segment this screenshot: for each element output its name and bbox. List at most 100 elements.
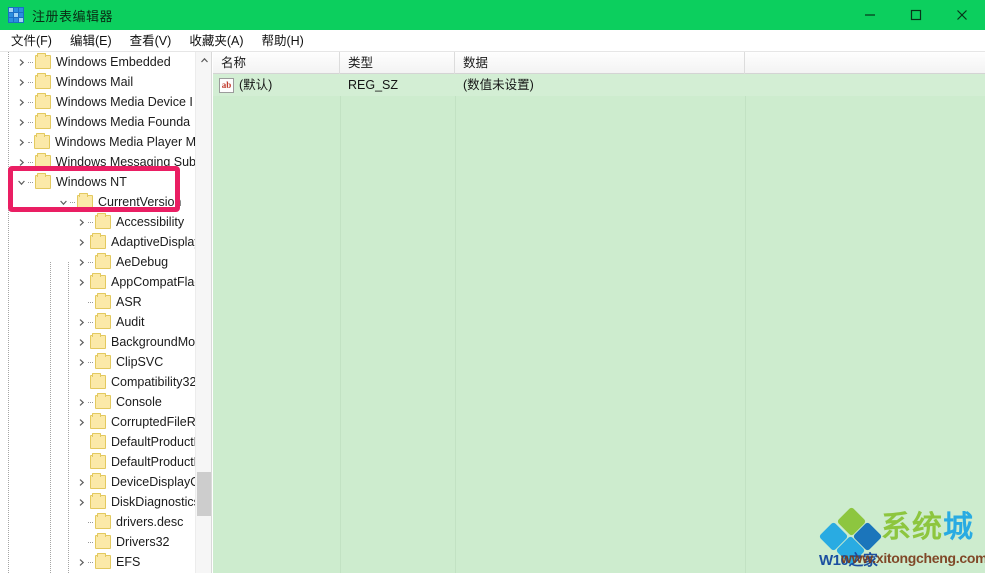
tree-node-diskdiagnostics[interactable]: DiskDiagnostics: [0, 492, 196, 512]
table-row[interactable]: ab (默认) REG_SZ (数值未设置): [213, 74, 985, 96]
chevron-down-icon[interactable]: [56, 192, 70, 212]
menu-file[interactable]: 文件(F): [2, 30, 61, 52]
tree-node-windows-media-founda[interactable]: Windows Media Founda: [0, 112, 196, 132]
column-header-name[interactable]: 名称: [213, 52, 340, 74]
tree-connector: [28, 101, 33, 103]
tree-node-windows-messaging-sub[interactable]: Windows Messaging Sub: [0, 152, 196, 172]
folder-icon: [90, 373, 106, 389]
tree-node-backgroundmode[interactable]: BackgroundMode: [0, 332, 196, 352]
chevron-none-icon: [74, 452, 88, 472]
tree-node-label: Windows Messaging Sub: [55, 155, 196, 169]
tree-connector: [88, 401, 93, 403]
tree-connector: [28, 121, 33, 123]
chevron-right-icon[interactable]: [14, 112, 28, 132]
folder-icon: [95, 513, 111, 529]
column-header-extra[interactable]: [745, 52, 985, 74]
maximize-button[interactable]: [893, 0, 939, 30]
tree-node-label: CurrentVersion: [98, 195, 182, 209]
tree-node-adaptivedisplaybr[interactable]: AdaptiveDisplayBr: [0, 232, 196, 252]
menu-favorites[interactable]: 收藏夹(A): [180, 30, 252, 52]
tree-node-aedebug[interactable]: AeDebug: [0, 252, 196, 272]
tree-node-efs[interactable]: EFS: [0, 552, 196, 572]
tree-connector: [28, 161, 33, 163]
tree-node-corruptedfilereco[interactable]: CorruptedFileReco: [0, 412, 196, 432]
chevron-right-icon[interactable]: [14, 52, 28, 72]
tree-node-defaultproductkey[interactable]: DefaultProductKey: [0, 452, 196, 472]
tree-node-accessibility[interactable]: Accessibility: [0, 212, 196, 232]
chevron-right-icon[interactable]: [14, 132, 28, 152]
registry-tree[interactable]: Windows Embedded Windows Mail Windows Medi…: [0, 52, 196, 573]
tree-vertical-scrollbar[interactable]: [195, 52, 211, 573]
chevron-down-icon[interactable]: [14, 172, 28, 192]
window-controls: [847, 0, 985, 30]
tree-node-defaultproductkey[interactable]: DefaultProductKey: [0, 432, 196, 452]
folder-icon: [95, 393, 111, 409]
chevron-right-icon[interactable]: [14, 152, 28, 172]
scrollbar-thumb[interactable]: [197, 472, 211, 516]
close-button[interactable]: [939, 0, 985, 30]
tree-node-asr[interactable]: ASR: [0, 292, 196, 312]
tree-node-label: AeDebug: [116, 255, 169, 269]
tree-node-currentversion[interactable]: CurrentVersion: [0, 192, 196, 212]
tree-node-windows-media-device-i[interactable]: Windows Media Device I: [0, 92, 196, 112]
tree-node-drivers-desc[interactable]: drivers.desc: [0, 512, 196, 532]
folder-icon: [90, 433, 106, 449]
menu-help[interactable]: 帮助(H): [252, 30, 312, 52]
folder-icon: [95, 313, 111, 329]
tree-node-windows-media-player-m[interactable]: Windows Media Player M: [0, 132, 196, 152]
chevron-right-icon[interactable]: [74, 392, 88, 412]
column-header-type[interactable]: 类型: [340, 52, 455, 74]
chevron-right-icon[interactable]: [74, 552, 88, 572]
chevron-right-icon[interactable]: [74, 332, 88, 352]
value-type-cell: REG_SZ: [348, 78, 399, 92]
tree-connector: [28, 141, 32, 143]
folder-icon: [95, 213, 111, 229]
chevron-none-icon: [74, 372, 88, 392]
tree-connector: [28, 81, 33, 83]
chevron-right-icon[interactable]: [14, 92, 28, 112]
tree-connector: [88, 301, 93, 303]
chevron-right-icon[interactable]: [14, 72, 28, 92]
tree-node-clipsvc[interactable]: ClipSVC: [0, 352, 196, 372]
tree-connector: [88, 361, 93, 363]
menu-view[interactable]: 查看(V): [121, 30, 181, 52]
chevron-right-icon[interactable]: [74, 252, 88, 272]
chevron-right-icon[interactable]: [74, 492, 88, 512]
chevron-right-icon[interactable]: [74, 472, 88, 492]
tree-node-drivers32[interactable]: Drivers32: [0, 532, 196, 552]
chevron-right-icon[interactable]: [74, 352, 88, 372]
tree-node-appcompatflags[interactable]: AppCompatFlags: [0, 272, 196, 292]
column-header-data[interactable]: 数据: [455, 52, 745, 74]
tree-node-windows-mail[interactable]: Windows Mail: [0, 72, 196, 92]
chevron-none-icon: [74, 292, 88, 312]
chevron-right-icon[interactable]: [74, 312, 88, 332]
tree-node-label: DefaultProductKey: [111, 455, 196, 469]
tree-connector: [70, 201, 75, 203]
folder-icon: [35, 93, 51, 109]
chevron-right-icon[interactable]: [74, 232, 88, 252]
registry-values-panel[interactable]: 名称 类型 数据 ab (默认) REG_SZ (数值未设置): [213, 52, 985, 573]
folder-icon: [35, 53, 51, 69]
tree-node-console[interactable]: Console: [0, 392, 196, 412]
chevron-right-icon[interactable]: [74, 412, 88, 432]
tree-node-windows-nt[interactable]: Windows NT: [0, 172, 196, 192]
tree-node-label: ASR: [116, 295, 142, 309]
value-data-cell: (数值未设置): [463, 78, 534, 92]
tree-node-label: Windows Media Device I: [56, 95, 193, 109]
tree-node-audit[interactable]: Audit: [0, 312, 196, 332]
tree-node-label: AdaptiveDisplayBr: [111, 235, 196, 249]
registry-tree-panel[interactable]: Windows Embedded Windows Mail Windows Medi…: [0, 52, 212, 573]
tree-node-devicedisplayobje[interactable]: DeviceDisplayObje: [0, 472, 196, 492]
folder-icon: [90, 413, 106, 429]
folder-icon: [90, 273, 106, 289]
tree-node-label: AppCompatFlags: [111, 275, 196, 289]
chevron-right-icon[interactable]: [74, 272, 88, 292]
value-name-cell[interactable]: ab (默认): [213, 74, 340, 96]
tree-node-compatibility32[interactable]: Compatibility32: [0, 372, 196, 392]
chevron-right-icon[interactable]: [74, 212, 88, 232]
scroll-up-arrow-icon[interactable]: [196, 52, 211, 69]
menu-edit[interactable]: 编辑(E): [61, 30, 121, 52]
tree-node-windows-embedded[interactable]: Windows Embedded: [0, 52, 196, 72]
minimize-button[interactable]: [847, 0, 893, 30]
title-bar: 注册表编辑器: [0, 0, 985, 30]
